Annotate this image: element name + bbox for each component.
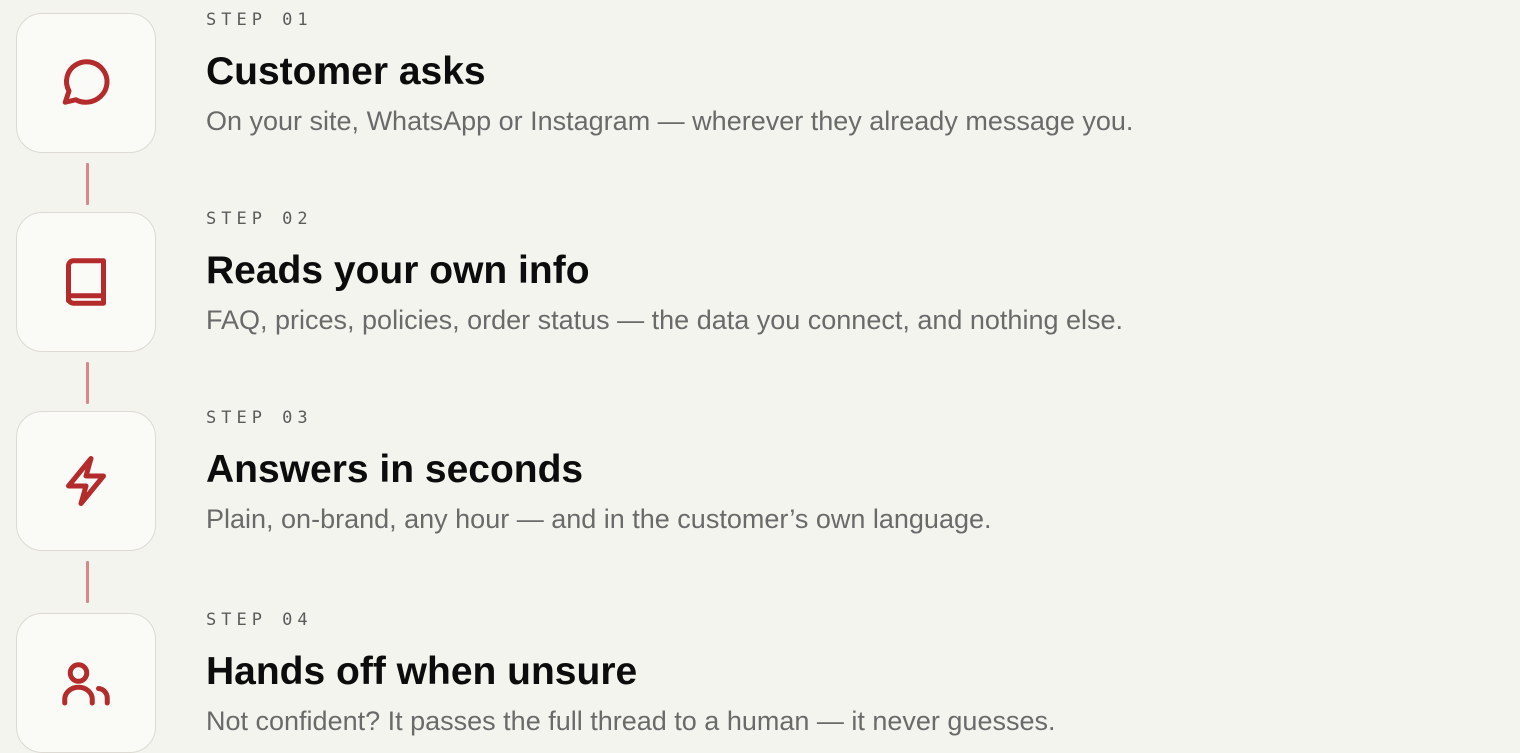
step-2: STEP 02 Reads your own info FAQ, prices,…: [16, 199, 1516, 352]
lightning-bolt-icon: [66, 456, 106, 506]
step-2-icon-box: [16, 212, 156, 352]
step-title: Hands off when unsure: [206, 650, 638, 693]
step-1: STEP 01 Customer asks On your site, What…: [16, 0, 1516, 153]
step-title: Customer asks: [206, 50, 486, 93]
users-icon: [62, 662, 110, 706]
step-title: Answers in seconds: [206, 448, 584, 491]
step-title: Reads your own info: [206, 249, 590, 292]
step-4: STEP 04 Hands off when unsure Not confid…: [16, 600, 1516, 753]
step-number: STEP 02: [206, 209, 313, 229]
book-icon: [66, 258, 106, 306]
step-3-icon-box: [16, 411, 156, 551]
step-number: STEP 01: [206, 10, 313, 30]
step-3: STEP 03 Answers in seconds Plain, on-bra…: [16, 398, 1516, 551]
step-description: FAQ, prices, policies, order status — th…: [206, 305, 1124, 335]
steps-timeline: STEP 01 Customer asks On your site, What…: [16, 0, 1516, 753]
step-number: STEP 03: [206, 408, 313, 428]
step-1-icon-box: [16, 13, 156, 153]
step-connector-line: [86, 561, 89, 603]
step-description: On your site, WhatsApp or Instagram — wh…: [206, 106, 1134, 136]
step-description: Plain, on-brand, any hour — and in the c…: [206, 504, 992, 534]
step-number: STEP 04: [206, 610, 313, 630]
step-4-icon-box: [16, 613, 156, 753]
message-bubble-icon: [62, 59, 110, 105]
step-description: Not confident? It passes the full thread…: [206, 706, 1056, 736]
